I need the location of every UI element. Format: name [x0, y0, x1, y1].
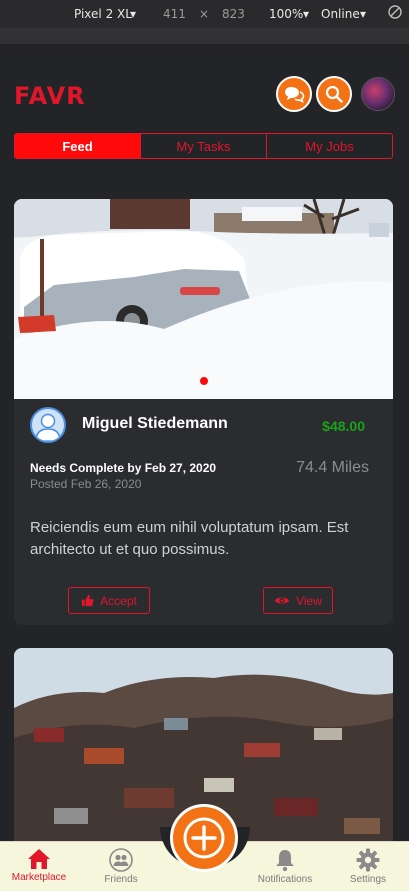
view-button[interactable]: View [263, 587, 333, 614]
due-date: Needs Complete by Feb 27, 2020 [30, 461, 217, 475]
app-logo[interactable]: FAVR [14, 82, 86, 110]
nav-notifications-label: Notifications [257, 874, 313, 885]
nav-marketplace-label: Marketplace [11, 872, 67, 883]
accept-button[interactable]: Accept [68, 587, 150, 614]
carousel-indicator[interactable] [200, 377, 208, 385]
tab-feed[interactable]: Feed [15, 134, 140, 158]
zoom-chevron-icon[interactable]: ▾ [303, 7, 309, 21]
tab-my-jobs[interactable]: My Jobs [266, 134, 392, 158]
bell-icon [276, 850, 294, 872]
friends-icon [109, 848, 133, 872]
search-icon [325, 85, 343, 103]
nav-friends[interactable]: Friends [86, 848, 156, 885]
search-button[interactable] [316, 76, 352, 112]
gear-icon [356, 848, 380, 872]
add-task-button[interactable] [170, 804, 238, 872]
thumbs-up-icon [82, 594, 94, 607]
user-name[interactable]: Miguel Stiedemann [82, 415, 228, 433]
eye-icon [275, 597, 290, 604]
zoom-select[interactable]: 100% [269, 7, 303, 21]
view-label: View [296, 593, 322, 608]
times-label: × [199, 7, 210, 21]
chat-button[interactable] [276, 76, 312, 112]
network-chevron-icon[interactable]: ▾ [360, 7, 366, 21]
nav-notifications[interactable]: Notifications [250, 848, 320, 885]
app-viewport: FAVR Feed My Tasks My Jobs Miguel Stiede… [0, 52, 409, 891]
feed-tabs: Feed My Tasks My Jobs [14, 133, 393, 159]
devtools-ruler-lower [0, 44, 409, 52]
task-price: $48.00 [322, 418, 365, 434]
width-field[interactable]: 411 [163, 7, 186, 21]
network-select[interactable]: Online [321, 7, 360, 21]
posted-date: Posted Feb 26, 2020 [30, 477, 142, 491]
nav-friends-label: Friends [104, 874, 138, 885]
task-description: Reiciendis eum eum nihil voluptatum ipsa… [30, 519, 349, 558]
user-avatar[interactable] [30, 407, 66, 443]
home-icon [28, 849, 50, 869]
nav-settings[interactable]: Settings [333, 848, 403, 885]
devtools-toolbar: Pixel 2 XL ▾ 411 × 823 100% ▾ Online ▾ [0, 0, 409, 28]
plus-circle-icon [183, 817, 225, 859]
chat-bubbles-icon [285, 87, 305, 104]
rotate-icon[interactable] [388, 5, 402, 22]
task-photo-snowed-car[interactable] [14, 199, 393, 399]
devtools-ruler [0, 28, 409, 44]
device-select[interactable]: Pixel 2 XL [74, 7, 132, 21]
nav-settings-label: Settings [349, 874, 387, 885]
accept-label: Accept [100, 593, 137, 608]
distance: 74.4 Miles [296, 459, 369, 476]
height-field[interactable]: 823 [222, 7, 245, 21]
profile-avatar[interactable] [361, 77, 395, 111]
task-card[interactable]: Miguel Stiedemann $48.00 Needs Complete … [14, 199, 393, 625]
device-chevron-icon[interactable]: ▾ [130, 7, 136, 21]
tab-my-tasks[interactable]: My Tasks [140, 134, 266, 158]
nav-marketplace[interactable]: Marketplace [4, 848, 74, 883]
